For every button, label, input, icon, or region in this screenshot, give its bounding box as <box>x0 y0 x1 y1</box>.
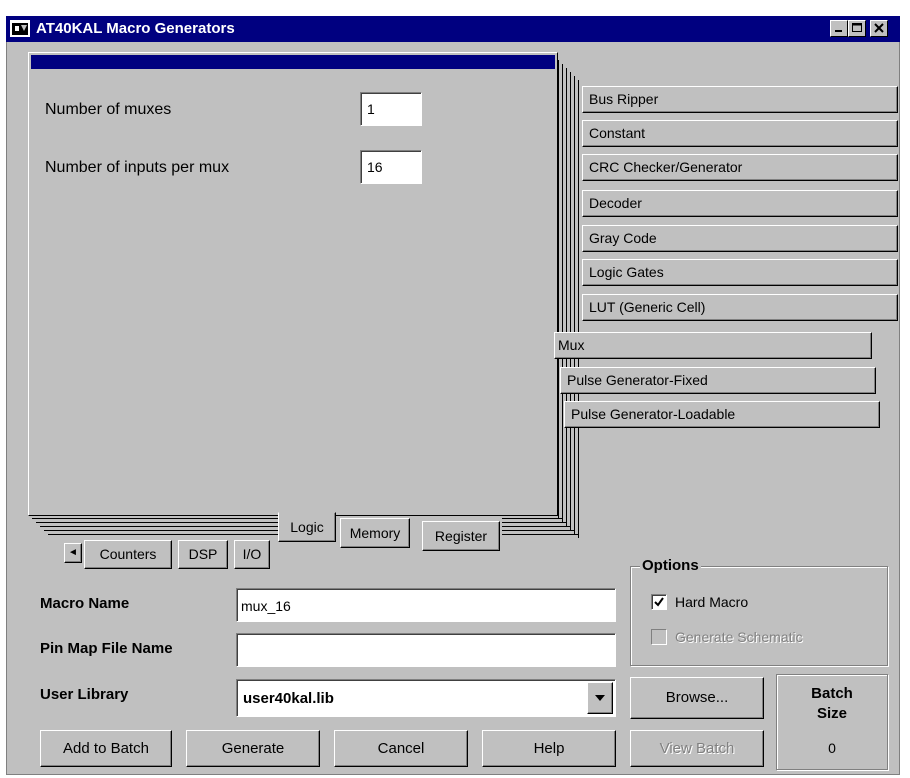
user-library-label: User Library <box>40 686 129 703</box>
options-title: Options <box>640 557 701 574</box>
tab-scroll-left-button[interactable]: ◄ <box>64 543 82 563</box>
view-batch-button[interactable]: View Batch <box>630 730 764 767</box>
side-tab-crc[interactable]: CRC Checker/Generator <box>582 154 898 181</box>
options-group <box>630 566 888 666</box>
num-muxes-input[interactable]: 1 <box>360 92 422 126</box>
user-library-select[interactable]: user40kal.lib <box>236 679 616 717</box>
batch-size-box: Batch Size 0 <box>776 674 888 770</box>
dropdown-button[interactable] <box>587 682 613 714</box>
side-tab-decoder[interactable]: Decoder <box>582 190 898 217</box>
macro-name-input[interactable]: mux_16 <box>236 588 616 622</box>
hard-macro-checkbox[interactable] <box>651 594 667 610</box>
check-icon <box>654 597 664 607</box>
cancel-button[interactable]: Cancel <box>334 730 468 767</box>
generate-schematic-checkbox[interactable] <box>651 629 667 645</box>
app-icon <box>10 20 30 37</box>
tab-dsp[interactable]: DSP <box>178 540 228 569</box>
batch-size-value: 0 <box>828 740 836 756</box>
hard-macro-label: Hard Macro <box>675 594 749 610</box>
inputs-per-mux-input[interactable]: 16 <box>360 150 422 184</box>
panel-header-bar <box>31 55 555 69</box>
side-tab-logic-gates[interactable]: Logic Gates <box>582 259 898 286</box>
batch-label-line2: Size <box>816 705 847 722</box>
macro-name-label: Macro Name <box>40 595 130 612</box>
side-tab-bus-ripper[interactable]: Bus Ripper <box>582 86 898 113</box>
tab-counters[interactable]: Counters <box>84 540 172 569</box>
title-bar[interactable]: AT40KAL Macro Generators <box>6 16 900 42</box>
pin-map-label: Pin Map File Name <box>40 640 173 657</box>
tab-register[interactable]: Register <box>422 521 500 551</box>
side-tab-gray-code[interactable]: Gray Code <box>582 225 898 252</box>
browse-button[interactable]: Browse... <box>630 677 764 719</box>
close-button[interactable] <box>870 20 888 37</box>
close-icon <box>874 23 884 33</box>
window-title: AT40KAL Macro Generators <box>36 20 235 37</box>
inputs-per-mux-label: Number of inputs per mux <box>45 159 230 176</box>
user-library-value: user40kal.lib <box>243 690 334 707</box>
pin-map-input[interactable] <box>236 633 616 667</box>
side-tab-lut[interactable]: LUT (Generic Cell) <box>582 294 898 321</box>
generate-schematic-label: Generate Schematic <box>675 629 803 645</box>
tab-logic-selected[interactable]: Logic <box>278 512 336 542</box>
help-button[interactable]: Help <box>482 730 616 767</box>
tab-io[interactable]: I/O <box>234 540 270 569</box>
add-to-batch-button[interactable]: Add to Batch <box>40 730 172 767</box>
minimize-icon <box>835 30 842 32</box>
minimize-button[interactable] <box>830 20 848 37</box>
generate-button[interactable]: Generate <box>186 730 320 767</box>
side-tab-mux-selected[interactable]: Mux <box>554 332 872 359</box>
maximize-icon <box>852 23 862 32</box>
side-tab-pulse-loadable[interactable]: Pulse Generator-Loadable <box>564 401 880 428</box>
mux-panel <box>28 52 558 516</box>
tab-memory[interactable]: Memory <box>340 518 410 548</box>
side-tab-pulse-fixed[interactable]: Pulse Generator-Fixed <box>560 367 876 394</box>
arrow-left-icon: ◄ <box>68 547 78 558</box>
side-tab-constant[interactable]: Constant <box>582 120 898 147</box>
num-muxes-label: Number of muxes <box>45 101 172 118</box>
maximize-button[interactable] <box>848 20 866 37</box>
chevron-down-icon <box>595 695 605 701</box>
batch-label-line1: Batch <box>811 685 853 702</box>
